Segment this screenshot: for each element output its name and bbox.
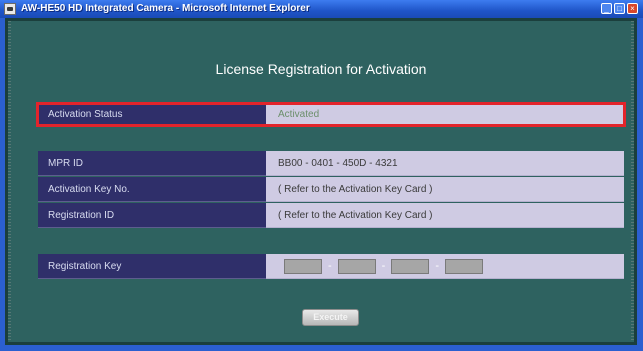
mpr-id-label: MPR ID bbox=[38, 151, 266, 176]
page-content: License Registration for Activation Acti… bbox=[5, 18, 637, 345]
activation-key-label: Activation Key No. bbox=[38, 177, 266, 202]
title-bar: AW-HE50 HD Integrated Camera - Microsoft… bbox=[0, 0, 643, 18]
activation-key-row: Activation Key No. ( Refer to the Activa… bbox=[38, 177, 624, 202]
registration-key-label: Registration Key bbox=[38, 254, 266, 279]
minimize-button[interactable]: _ bbox=[601, 3, 612, 14]
registration-key-field-4[interactable] bbox=[445, 258, 484, 274]
camera-app-icon bbox=[4, 3, 16, 15]
window-controls: _ □ × bbox=[601, 3, 638, 14]
key-separator: - bbox=[328, 259, 332, 272]
registration-id-value: ( Refer to the Activation Key Card ) bbox=[266, 203, 624, 228]
registration-key-inputs: - - - bbox=[278, 254, 624, 278]
page-title: License Registration for Activation bbox=[215, 61, 427, 77]
activation-key-value: ( Refer to the Activation Key Card ) bbox=[266, 177, 624, 202]
registration-key-row: Registration Key - - - bbox=[38, 254, 624, 279]
key-separator: - bbox=[435, 259, 440, 272]
close-button[interactable]: × bbox=[627, 3, 638, 14]
registration-key-field-1[interactable] bbox=[284, 258, 322, 274]
mpr-id-value: BB00 - 0401 - 450D - 4321 bbox=[266, 151, 624, 176]
registration-id-label: Registration ID bbox=[38, 203, 266, 228]
registration-key-field-2[interactable] bbox=[337, 258, 376, 274]
activation-status-value: Activated bbox=[266, 102, 624, 127]
activation-status-row: Activation Status Activated bbox=[38, 102, 624, 127]
browser-window: AW-HE50 HD Integrated Camera - Microsoft… bbox=[0, 0, 643, 351]
activation-status-label: Activation Status bbox=[38, 102, 266, 127]
maximize-button[interactable]: □ bbox=[614, 3, 625, 14]
execute-button[interactable]: Execute bbox=[302, 309, 359, 326]
registration-key-value: - - - bbox=[266, 254, 624, 279]
key-separator: - bbox=[381, 259, 386, 272]
registration-id-row: Registration ID ( Refer to the Activatio… bbox=[38, 203, 624, 228]
registration-key-field-3[interactable] bbox=[391, 258, 430, 274]
mpr-id-row: MPR ID BB00 - 0401 - 450D - 4321 bbox=[38, 151, 624, 176]
window-title: AW-HE50 HD Integrated Camera - Microsoft… bbox=[21, 3, 310, 14]
